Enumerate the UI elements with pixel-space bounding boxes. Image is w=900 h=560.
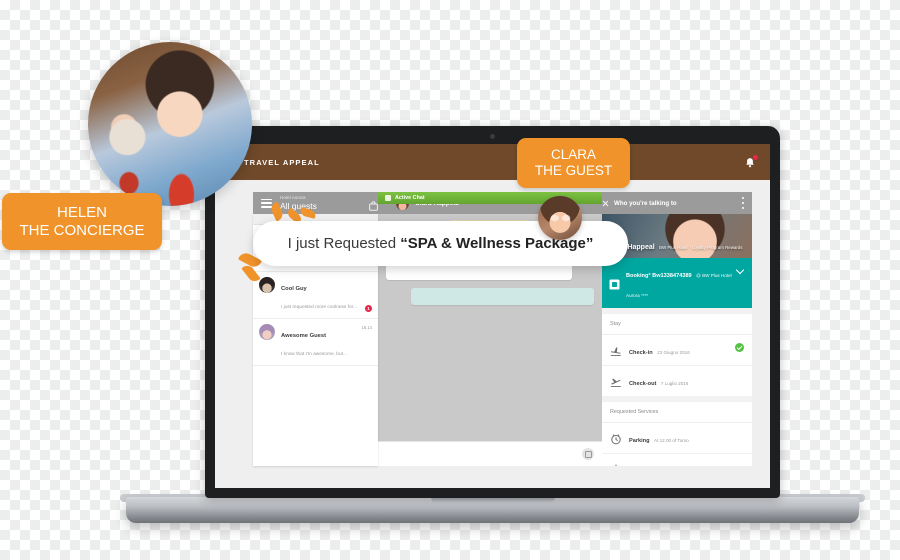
check-in-label: Check-in <box>629 350 653 356</box>
bell-notification-badge <box>752 154 759 161</box>
guest-subtitle-2: Loyalty Program Rewards <box>691 245 743 250</box>
guest-subtitle-1: BW Plus Hotel <box>659 245 688 250</box>
laptop-lid: TRAVEL APPEAL Hotel Aurora **** <box>205 126 780 498</box>
service-subtitle: At 12.00 of Tomo <box>653 438 689 443</box>
laptop-screen: TRAVEL APPEAL Hotel Aurora **** <box>215 144 770 488</box>
callout-prefix: I just Requested <box>287 235 401 252</box>
kebab-menu-icon[interactable] <box>742 197 744 209</box>
send-icon[interactable] <box>582 448 594 460</box>
clara-avatar <box>538 196 582 240</box>
hamburger-icon[interactable] <box>261 198 272 208</box>
booking-number: Booking° Bw1338474389 <box>626 273 692 279</box>
services-panel: Requested Services Parking At 12.00 of T… <box>602 402 752 466</box>
app-top-bar: TRAVEL APPEAL Hotel Aurora **** <box>215 144 770 180</box>
helen-badge-line2: THE CONCIERGE <box>19 221 145 239</box>
stay-header: Stay <box>602 314 752 335</box>
avatar <box>259 277 275 293</box>
helen-badge-line1: HELEN <box>56 204 108 221</box>
plane-arrival-icon <box>610 344 622 356</box>
check-out-date: 7 Luglio 2016 <box>660 381 689 386</box>
status-badge <box>735 343 744 352</box>
toolbar-hotel-label: Hotel Aurora <box>280 194 306 200</box>
service-row-parking: Parking At 12.00 of Tomo <box>602 423 752 453</box>
unread-badge: 1 <box>365 305 372 312</box>
travel-appeal-app: TRAVEL APPEAL Hotel Aurora **** <box>215 144 770 488</box>
chat-icon <box>385 195 391 201</box>
list-item-name: Awesome Guest <box>281 333 326 339</box>
clara-badge: CLARA THE GUEST <box>517 138 630 188</box>
list-item-time: 16.14 <box>361 325 372 330</box>
message-bubble-outgoing <box>411 288 594 305</box>
helen-badge: HELEN THE CONCIERGE <box>2 193 162 251</box>
list-item-snippet: I just requested more coolness for... <box>281 305 357 310</box>
close-icon[interactable] <box>602 200 609 207</box>
booking-banner[interactable]: Booking° Bw1338474389 @ BW Plus Hotel Au… <box>602 258 752 308</box>
stay-row-check-out: Check-out 7 Luglio 2016 <box>602 365 752 396</box>
sun-icon <box>610 463 622 466</box>
brand-name: TRAVEL APPEAL <box>244 157 320 167</box>
stay-row-check-in: Check-in 23 Giugno 2016 <box>602 335 752 365</box>
list-item-snippet: I know that I'm awesome, but... <box>281 352 347 357</box>
check-in-date: 23 Giugno 2016 <box>657 350 690 355</box>
composite-stage: TRAVEL APPEAL Hotel Aurora **** <box>0 0 900 560</box>
concierge-photo <box>88 42 252 206</box>
list-item[interactable]: Awesome Guest I know that I'm awesome, b… <box>253 319 378 366</box>
check-out-label: Check-out <box>629 381 657 387</box>
plane-departure-icon <box>610 375 622 387</box>
toolbar-context-label: Who you're talking to <box>614 199 677 207</box>
avatar <box>259 324 275 340</box>
services-header: Requested Services <box>602 402 752 423</box>
stay-panel: Stay Check-in 23 Giugno 2016 Check-out 7… <box>602 314 752 396</box>
active-chat-label: Active Chat <box>395 195 425 201</box>
laptop-base <box>126 497 859 523</box>
list-item[interactable]: Cool Guy I just requested more coolness … <box>253 272 378 319</box>
chevron-down-icon[interactable] <box>737 267 744 274</box>
bag-icon[interactable] <box>369 198 378 211</box>
webcam-icon <box>490 134 495 139</box>
clara-badge-line1: CLARA <box>550 147 596 162</box>
list-item-name: Cool Guy <box>281 286 307 292</box>
message-input-bar[interactable] <box>378 441 602 466</box>
clara-badge-line2: THE GUEST <box>534 162 613 178</box>
toolbar-context-panel: Who you're talking to <box>593 192 752 214</box>
service-title: Parking <box>629 438 650 444</box>
clock-icon <box>610 432 622 445</box>
service-row-weather: Wheater Activated the 22/06/16 alle 13:4… <box>602 453 752 466</box>
booking-icon <box>609 277 620 290</box>
